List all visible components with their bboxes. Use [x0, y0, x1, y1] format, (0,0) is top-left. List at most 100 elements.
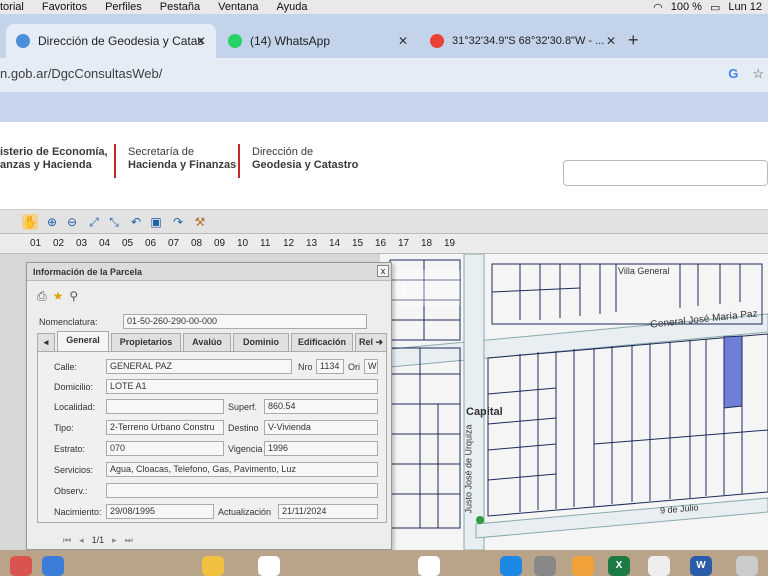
map-label-urquiza: Justo José de Urquiza [463, 424, 474, 514]
ruler-number: 02 [53, 238, 65, 249]
tab-edificacion[interactable]: Edificación [291, 333, 353, 351]
settings-icon[interactable] [534, 556, 556, 576]
ministerio-label: isterio de Economía, anzas y Hacienda [0, 146, 108, 171]
ori-field[interactable]: W [364, 359, 378, 374]
close-icon[interactable]: ✕ [606, 34, 616, 48]
dock-app-icon[interactable] [648, 556, 670, 576]
next-page-icon[interactable]: ▸ [112, 535, 117, 546]
nacimiento-label: Nacimiento: [54, 507, 102, 517]
column-ruler: 01 02 03 04 05 06 07 08 09 10 11 12 13 14 15 16 17 18 19 [0, 234, 768, 254]
menu-item-pestana[interactable]: Pestaña [160, 1, 200, 13]
trash-icon[interactable] [736, 556, 758, 576]
secretaria-label: Secretaría de Hacienda y Finanzas [128, 146, 237, 171]
domicilio-field[interactable]: LOTE A1 [106, 379, 378, 394]
wifi-icon[interactable]: ◠ [653, 1, 663, 14]
menu-item-favoritos[interactable]: Favoritos [42, 1, 87, 13]
tab-avaluo[interactable]: Avalúo [183, 333, 231, 351]
excel-icon[interactable]: X [608, 556, 630, 576]
ruler-number: 01 [30, 238, 42, 249]
undo-icon[interactable]: ↶ [128, 214, 144, 230]
close-icon[interactable]: ✕ [196, 34, 206, 48]
close-icon[interactable]: ✕ [398, 34, 408, 48]
whatsapp-icon [228, 34, 242, 48]
menu-item-tutorial[interactable]: torial [0, 1, 24, 13]
tab-prev-icon[interactable]: ◂ [37, 333, 55, 351]
ruler-number: 15 [352, 238, 364, 249]
tab-maps[interactable]: 31°32'34.9"S 68°32'30.8"W - ... ✕ [420, 24, 626, 58]
tab-general[interactable]: General [57, 331, 109, 351]
tipo-field[interactable]: 2-Terreno Urbano Constru [106, 420, 224, 435]
localidad-field[interactable] [106, 399, 224, 414]
tab-propietarios[interactable]: Propietarios [111, 333, 181, 351]
tab-dominio[interactable]: Dominio [233, 333, 289, 351]
dialog-titlebar[interactable]: Información de la Parcela x [27, 263, 391, 281]
tab-geodesia[interactable]: Dirección de Geodesia y Catas ✕ [6, 24, 216, 58]
pan-hand-icon[interactable]: ✋ [22, 214, 38, 230]
ruler-number: 03 [76, 238, 88, 249]
ruler-number: 11 [260, 238, 271, 249]
last-page-icon[interactable]: ⏭ [125, 535, 133, 546]
ruler-number: 04 [99, 238, 111, 249]
zoom-in-icon[interactable]: ⊕ [44, 214, 60, 230]
search-icon[interactable]: ⚲ [69, 289, 78, 304]
header-search-input[interactable] [563, 160, 768, 186]
tab-whatsapp[interactable]: (14) WhatsApp ✕ [218, 24, 418, 58]
general-panel: Calle: GENERAL PAZ Nro 1134 Ori W Domici… [37, 351, 387, 523]
menu-item-perfiles[interactable]: Perfiles [105, 1, 142, 13]
word-icon[interactable]: W [690, 556, 712, 576]
menu-item-ayuda[interactable]: Ayuda [277, 1, 308, 13]
menu-item-ventana[interactable]: Ventana [218, 1, 258, 13]
url-field[interactable]: n.gob.ar/DgcConsultasWeb/ [0, 66, 162, 81]
destino-label: Destino [228, 423, 259, 433]
redo-icon[interactable]: ↷ [170, 214, 186, 230]
zoom-extent-icon[interactable]: ⤢ [86, 214, 102, 230]
calle-label: Calle: [54, 362, 78, 372]
header-divider [114, 144, 116, 178]
vigencia-label: Vigencia [228, 444, 263, 454]
nro-field[interactable]: 1134 [316, 359, 344, 374]
star-icon[interactable]: ★ [53, 289, 64, 304]
tab-rel[interactable]: Rel ➜ [355, 333, 387, 351]
dock-app-icon[interactable] [418, 556, 440, 576]
mac-dock: X W [0, 550, 768, 576]
star-icon[interactable]: ☆ [752, 66, 764, 82]
dock-app-icon[interactable] [10, 556, 32, 576]
gis-toolbar: ✋ ⊕ ⊖ ⤢ ⤡ ↶ ▣ ↷ ⚒ [0, 210, 768, 234]
actualizacion-field[interactable]: 21/11/2024 [278, 504, 378, 519]
zoom-out-icon[interactable]: ⊖ [64, 214, 80, 230]
select-box-icon[interactable]: ▣ [148, 214, 164, 230]
close-icon[interactable]: x [377, 265, 389, 277]
dock-app-icon[interactable] [202, 556, 224, 576]
app-store-icon[interactable] [500, 556, 522, 576]
first-page-icon[interactable]: ⏮ [63, 535, 71, 546]
dock-app-icon[interactable] [572, 556, 594, 576]
vigencia-field[interactable]: 1996 [264, 441, 378, 456]
tab-title: (14) WhatsApp [250, 34, 331, 48]
new-tab-icon[interactable]: + [628, 30, 639, 51]
tab-title: 31°32'34.9"S 68°32'30.8"W - ... [452, 35, 605, 47]
nacimiento-field[interactable]: 29/08/1995 [106, 504, 214, 519]
print-icon[interactable]: ⎙ [37, 289, 47, 304]
destino-field[interactable]: V-Vivienda [264, 420, 378, 435]
dock-app-icon[interactable] [42, 556, 64, 576]
servicios-field[interactable]: Agua, Cloacas, Telefono, Gas, Pavimento,… [106, 462, 378, 477]
dialog-tabs: ◂ General Propietarios Avalúo Dominio Ed… [37, 331, 387, 351]
estrato-field[interactable]: 070 [106, 441, 224, 456]
ruler-number: 14 [329, 238, 341, 249]
dock-app-icon[interactable] [258, 556, 280, 576]
parcel-info-dialog: Información de la Parcela x ⎙ ★ ⚲ Nomenc… [26, 262, 392, 550]
nomenclatura-field[interactable]: 01-50-260-290-00-000 [123, 314, 367, 329]
observ-field[interactable] [106, 483, 378, 498]
google-icon[interactable]: G [728, 66, 738, 82]
hammer-icon[interactable]: ⚒ [192, 214, 208, 230]
ruler-number: 18 [421, 238, 433, 249]
battery-icon[interactable]: ▭ [710, 1, 720, 14]
observ-label: Observ.: [54, 486, 88, 496]
zoom-box-icon[interactable]: ⤡ [106, 214, 122, 230]
superf-field[interactable]: 860.54 [264, 399, 378, 414]
map-label-villa-general: Villa General [618, 266, 670, 276]
clock[interactable]: Lun 12 [728, 1, 762, 13]
record-pager: ⏮ ◂ 1/1 ▸ ⏭ [63, 535, 133, 546]
calle-field[interactable]: GENERAL PAZ [106, 359, 292, 374]
prev-page-icon[interactable]: ◂ [79, 535, 84, 546]
